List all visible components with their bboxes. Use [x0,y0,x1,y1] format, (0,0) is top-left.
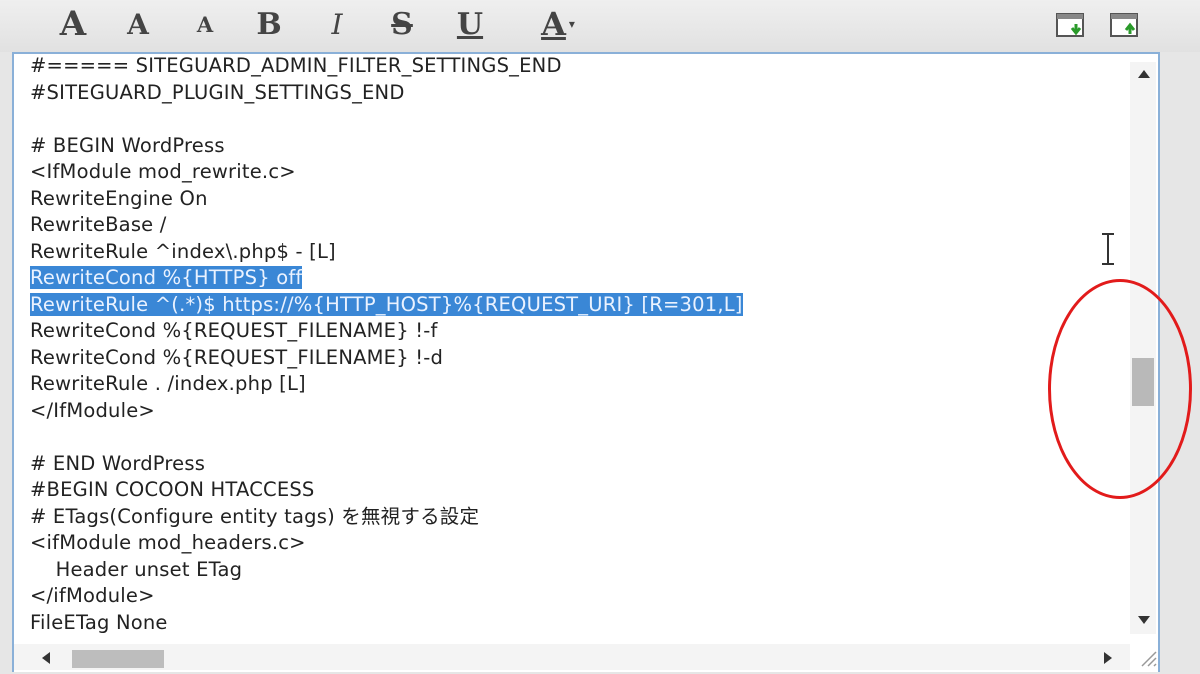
font-size-medium-button[interactable]: A [120,4,156,44]
code-line-text: RewriteRule ^index\.php$ - [L] [30,239,336,263]
code-line[interactable]: #===== SITEGUARD_ADMIN_FILTER_SETTINGS_E… [30,54,1130,80]
italic-button[interactable]: I [322,4,352,44]
editor-toolbar: A A A B I S U A ▾ [0,0,1200,52]
code-line-text: #BEGIN COCOON HTACCESS [30,478,315,501]
scroll-right-icon[interactable] [1104,652,1112,664]
code-line[interactable]: FileETag None [30,610,1130,637]
code-line[interactable] [30,106,1130,133]
code-line[interactable]: </IfModule> [30,398,1130,425]
underline-button[interactable]: U [452,4,488,44]
code-line-text: Header unset ETag [30,557,243,581]
strikethrough-button[interactable]: S [384,4,420,44]
code-line[interactable]: RewriteBase / [30,212,1130,239]
bold-button[interactable]: B [252,4,286,44]
text-color-button[interactable]: A ▾ [530,4,586,44]
scroll-up-icon[interactable] [1138,70,1150,78]
code-line[interactable]: RewriteCond %{REQUEST_FILENAME} !-d [30,345,1130,372]
code-line[interactable]: RewriteCond %{HTTPS} off [30,265,1130,292]
code-line[interactable]: RewriteCond %{REQUEST_FILENAME} !-f [30,318,1130,345]
text-cursor-icon [1098,232,1118,266]
code-line[interactable]: <ifModule mod_headers.c> [30,530,1130,557]
code-line-text: RewriteRule . /index.php [L] [30,372,306,395]
code-line-text: RewriteCond %{REQUEST_FILENAME} !-d [30,345,444,369]
code-line[interactable]: RewriteRule . /index.php [L] [30,371,1130,398]
code-line-text: RewriteCond %{HTTPS} off [30,266,303,289]
code-line-text: </ifModule> [30,584,155,607]
code-line-text: <ifModule mod_headers.c> [30,531,306,554]
code-content[interactable]: #===== SITEGUARD_ADMIN_FILTER_SETTINGS_E… [30,54,1130,637]
horizontal-scrollbar[interactable] [14,644,1130,670]
code-line-text: RewriteRule ^(.*)$ https://%{HTTP_HOST}%… [30,292,743,316]
scroll-down-icon[interactable] [1138,616,1150,624]
code-line-text: FileETag None [30,610,168,634]
export-icon[interactable] [1108,10,1142,42]
text-color-label: A [541,5,566,43]
code-line[interactable]: RewriteEngine On [30,186,1130,213]
red-circle-annotation [1048,279,1192,499]
code-line[interactable]: </ifModule> [30,583,1130,610]
code-line-text: <IfModule mod_rewrite.c> [30,160,296,183]
resize-grip-icon[interactable] [1130,640,1160,670]
code-line[interactable]: # ETags(Configure entity tags) を無視する設定 [30,504,1130,531]
code-line[interactable]: # BEGIN WordPress [30,133,1130,160]
import-icon[interactable] [1054,10,1088,42]
horizontal-scroll-thumb[interactable] [72,650,164,668]
scroll-left-icon[interactable] [42,652,50,664]
code-line[interactable]: # END WordPress [30,451,1130,478]
font-size-large-button[interactable]: A [52,4,94,44]
code-line[interactable]: <IfModule mod_rewrite.c> [30,159,1130,186]
htaccess-editor[interactable]: #===== SITEGUARD_ADMIN_FILTER_SETTINGS_E… [12,52,1160,672]
code-line[interactable]: Header unset ETag [30,557,1130,584]
code-line-text: RewriteEngine On [30,186,208,210]
code-line[interactable]: #BEGIN COCOON HTACCESS [30,477,1130,504]
chevron-down-icon: ▾ [568,17,575,31]
code-line-text: RewriteCond %{REQUEST_FILENAME} !-f [30,319,438,342]
code-line[interactable] [30,424,1130,451]
code-line[interactable]: #SITEGUARD_PLUGIN_SETTINGS_END [30,80,1130,107]
code-line[interactable]: RewriteRule ^index\.php$ - [L] [30,239,1130,266]
code-line-text: #SITEGUARD_PLUGIN_SETTINGS_END [30,80,405,104]
code-line-text: # BEGIN WordPress [30,133,225,157]
font-size-small-button[interactable]: A [190,4,220,44]
code-line-text: #===== SITEGUARD_ADMIN_FILTER_SETTINGS_E… [30,54,562,77]
code-line-text: </IfModule> [30,398,155,422]
code-line[interactable]: RewriteRule ^(.*)$ https://%{HTTP_HOST}%… [30,292,1130,319]
code-line-text: # END WordPress [30,451,206,475]
code-line-text: RewriteBase / [30,213,167,236]
code-line-text: # ETags(Configure entity tags) を無視する設定 [30,504,480,528]
